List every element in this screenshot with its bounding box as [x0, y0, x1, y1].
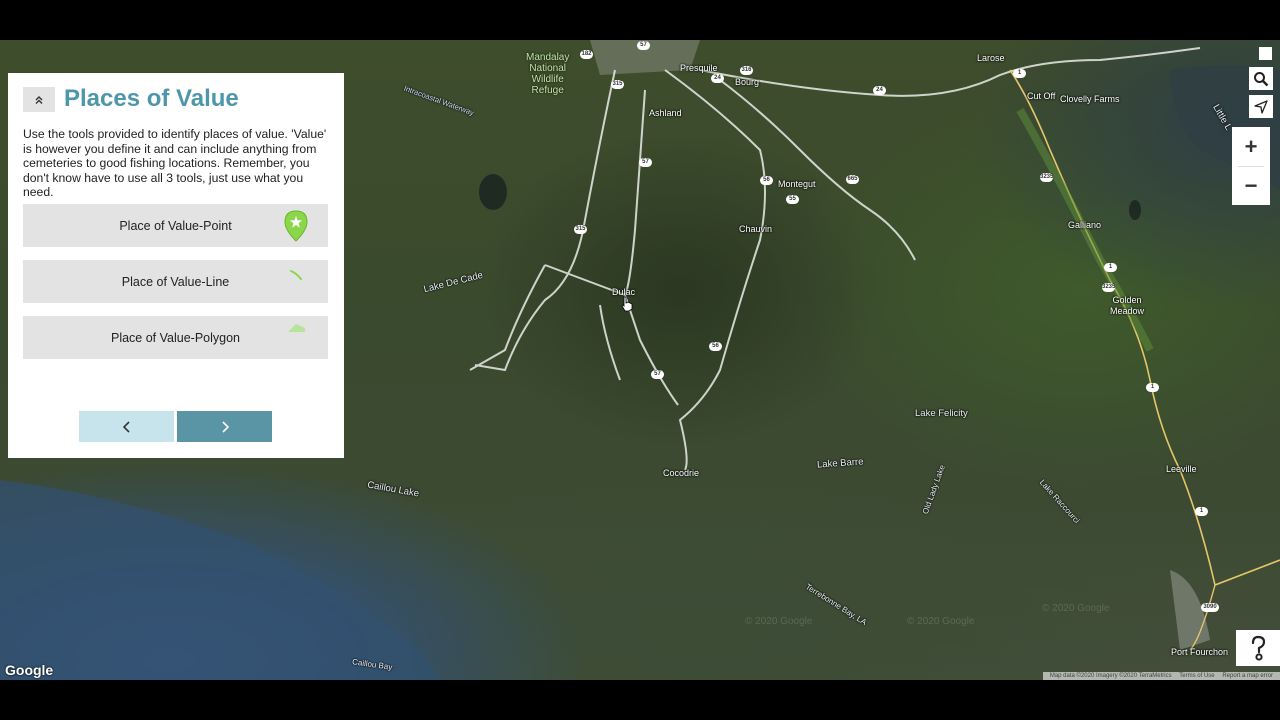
- google-logo: Google: [5, 662, 54, 678]
- map-label-port-fourchon: Port Fourchon: [1171, 647, 1229, 657]
- terms-link[interactable]: Terms of Use: [1179, 673, 1214, 679]
- point-tool-button[interactable]: Place of Value-Point: [23, 204, 328, 247]
- route-shield: 57: [637, 41, 650, 50]
- map-label-golden-meadow: Golden Meadow: [1110, 295, 1145, 316]
- zoom-control: + −: [1232, 127, 1270, 205]
- route-shield: 3090: [1201, 603, 1219, 612]
- line-tool-label: Place of Value-Line: [121, 274, 230, 289]
- route-shield: 182: [580, 50, 593, 59]
- route-shield: 1: [1013, 69, 1026, 78]
- map-label-bourg: Bourg: [735, 77, 760, 87]
- route-shield: 1: [1146, 383, 1159, 392]
- route-shield: 1: [1195, 507, 1208, 516]
- route-shield: 24: [873, 86, 886, 95]
- route-shield: 55: [786, 195, 799, 204]
- map-pin-icon: [284, 209, 308, 242]
- map-label-galliano: Galliano: [1068, 220, 1102, 230]
- map-watermark: © 2020 Google: [907, 616, 975, 627]
- route-shield: 316: [740, 66, 753, 75]
- map-label-leeville: Leeville: [1166, 464, 1197, 474]
- panel-description: Use the tools provided to identify place…: [23, 127, 327, 199]
- locate-button[interactable]: [1249, 95, 1273, 118]
- route-shield: 315: [574, 225, 587, 234]
- collapse-button[interactable]: [23, 87, 55, 112]
- map-attribution: Map data ©2020 Imagery ©2020 TerraMetric…: [1042, 672, 1280, 680]
- route-shield: 1: [1104, 263, 1117, 272]
- line-tool-button[interactable]: Place of Value-Line: [23, 260, 328, 303]
- map-watermark: © 2020 Google: [745, 616, 813, 627]
- zoom-in-button[interactable]: +: [1232, 127, 1270, 166]
- route-shield: 315: [611, 80, 624, 89]
- polygon-tool-button[interactable]: Place of Value-Polygon: [23, 316, 328, 359]
- route-shield: 665: [846, 175, 859, 184]
- polygon-tool-label: Place of Value-Polygon: [110, 330, 241, 345]
- map-watermark: © 2020 Google: [1042, 603, 1110, 614]
- map-label-lake-felicity: Lake Felicity: [915, 408, 968, 419]
- route-shield: 3235: [1040, 173, 1054, 182]
- help-button[interactable]: [1236, 630, 1280, 666]
- map-label-clovelly: Clovelly Farms: [1060, 94, 1120, 104]
- next-button[interactable]: [177, 411, 272, 442]
- locate-arrow-icon: [1254, 99, 1268, 114]
- route-shield: 56: [760, 176, 773, 185]
- search-icon: [1254, 71, 1269, 86]
- point-tool-label: Place of Value-Point: [119, 218, 232, 233]
- attribution-text: Map data ©2020 Imagery ©2020 TerraMetric…: [1049, 673, 1172, 679]
- fullscreen-button[interactable]: [1259, 47, 1272, 60]
- places-of-value-panel: Places of Value Use the tools provided t…: [8, 73, 344, 458]
- route-shield: 57: [651, 370, 664, 379]
- chevron-left-icon: [122, 420, 130, 433]
- map-label-larose: Larose: [977, 53, 1005, 63]
- map-label-cut-off: Cut Off: [1027, 91, 1056, 101]
- hand-cursor-icon: [621, 296, 633, 312]
- map-label-presquile: Presquile: [680, 63, 718, 73]
- map-label-mandalay: Mandalay National Wildlife Refuge: [526, 52, 570, 96]
- map-label-cocodrie: Cocodrie: [663, 468, 700, 478]
- panel-title: Places of Value: [64, 85, 239, 112]
- route-shield: 57: [639, 158, 652, 167]
- polygon-draw-icon: [289, 323, 305, 332]
- zoom-divider: [1238, 166, 1264, 167]
- map-label-montegut: Montegut: [778, 179, 816, 189]
- prev-button[interactable]: [79, 411, 174, 442]
- help-icon: [1251, 635, 1266, 661]
- route-shield: 24: [711, 74, 724, 83]
- map-label-chauvin: Chauvin: [739, 224, 773, 234]
- map-label-ashland: Ashland: [649, 108, 682, 118]
- route-shield: 3235: [1102, 283, 1116, 292]
- zoom-out-button[interactable]: −: [1232, 166, 1270, 205]
- double-chevron-up-icon: [35, 95, 43, 104]
- line-draw-icon: [290, 269, 302, 280]
- report-error-link[interactable]: Report a map error: [1222, 673, 1273, 679]
- search-button[interactable]: [1249, 67, 1273, 90]
- route-shield: 56: [709, 342, 722, 351]
- chevron-right-icon: [221, 420, 229, 433]
